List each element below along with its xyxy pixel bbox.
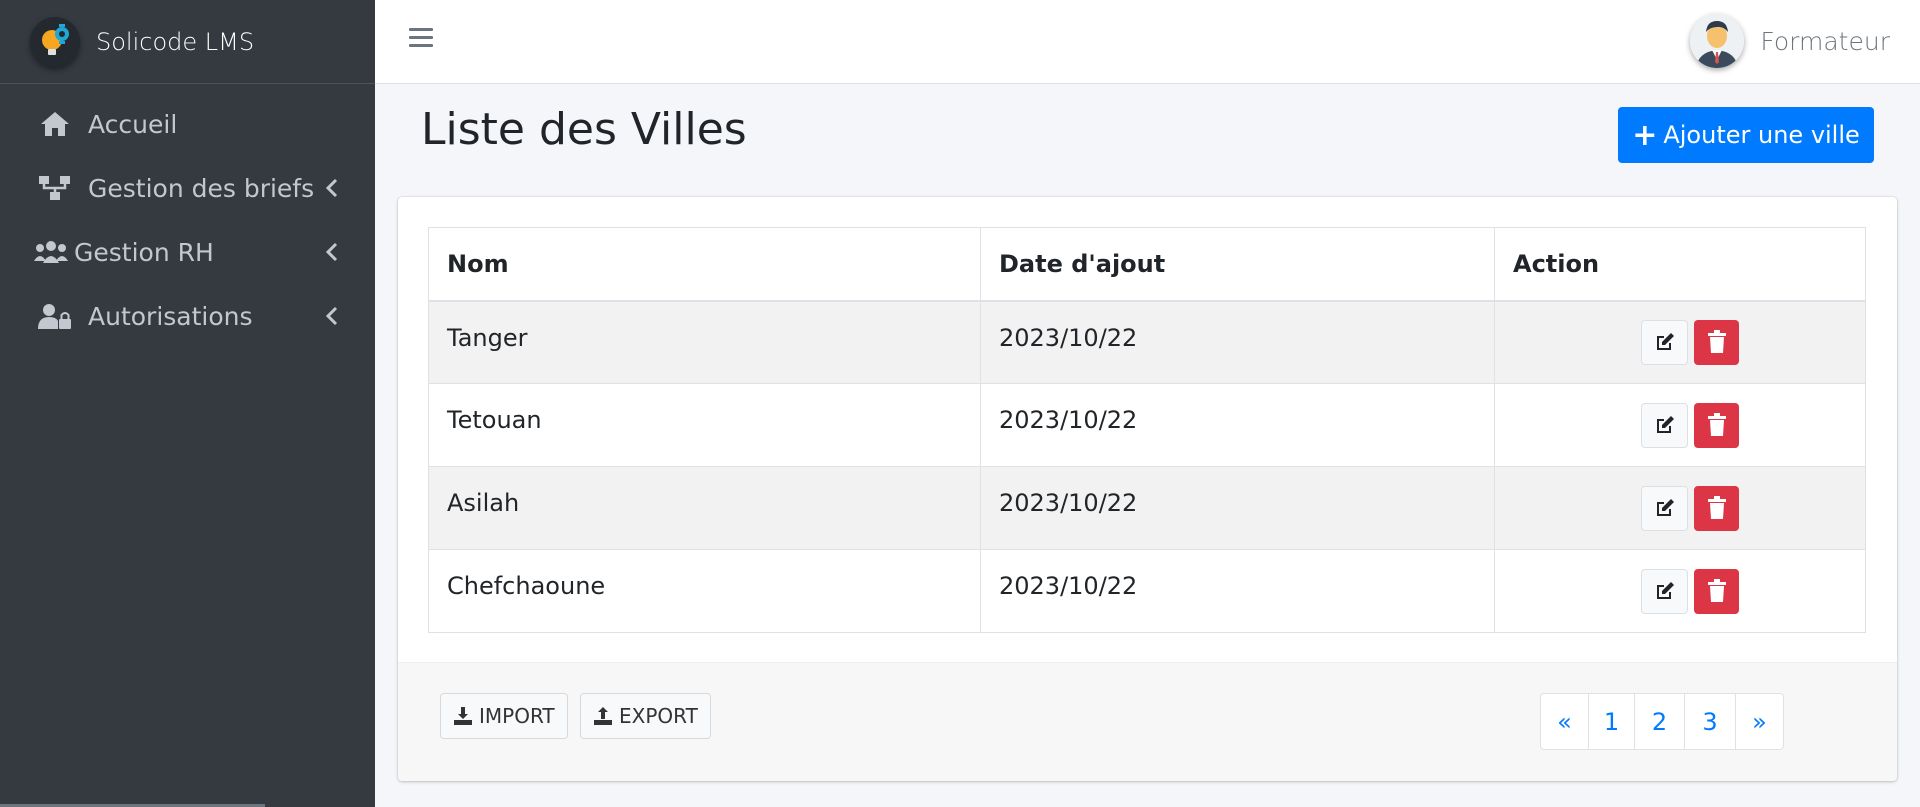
- column-header-nom: Nom: [428, 227, 981, 302]
- users-icon: [34, 237, 68, 267]
- sidebar-item-autorisations[interactable]: Autorisations: [0, 284, 375, 348]
- avatar: [1690, 14, 1745, 68]
- page-link-1[interactable]: 1: [1589, 694, 1635, 749]
- cell-action: [1494, 466, 1866, 550]
- user-menu[interactable]: Formateur: [1690, 10, 1890, 72]
- edit-icon: [1656, 582, 1674, 599]
- trash-icon: [1707, 413, 1726, 436]
- edit-button[interactable]: [1641, 319, 1688, 365]
- sidebar-item-label: Accueil: [88, 109, 178, 139]
- edit-icon: [1656, 333, 1674, 351]
- card-footer: IMPORT EXPORT « 1 2 3 »: [398, 662, 1897, 781]
- page-prev-link[interactable]: «: [1541, 694, 1589, 749]
- cell-action: [1494, 300, 1866, 384]
- user-name: Formateur: [1760, 26, 1890, 56]
- trash-icon: [1707, 330, 1726, 354]
- column-header-action: Action: [1494, 227, 1866, 302]
- export-button[interactable]: EXPORT: [580, 693, 711, 739]
- home-icon: [38, 109, 72, 139]
- brand-name: Solicode LMS: [96, 27, 255, 56]
- sidebar-item-label: Autorisations: [88, 301, 253, 331]
- sidebar-nav: Accueil Gestion des briefs Gestion RH Au…: [0, 84, 375, 348]
- delete-button[interactable]: [1694, 402, 1739, 448]
- cell-nom: Chefchaoune: [428, 549, 981, 633]
- sidebar-item-label: Gestion RH: [74, 237, 214, 267]
- edit-icon: [1656, 416, 1674, 433]
- cell-action: [1494, 383, 1866, 467]
- cell-date: 2023/10/22: [980, 549, 1495, 633]
- edit-button[interactable]: [1641, 402, 1688, 448]
- sidebar-item-gestion-rh[interactable]: Gestion RH: [0, 220, 375, 284]
- sidebar-item-gestion-briefs[interactable]: Gestion des briefs: [0, 156, 375, 220]
- page-link-2[interactable]: 2: [1635, 694, 1685, 749]
- table-row: Tetouan 2023/10/22: [428, 383, 1866, 467]
- table-row: Tanger 2023/10/22: [428, 300, 1866, 384]
- export-label: EXPORT: [619, 704, 698, 728]
- cell-nom: Tetouan: [428, 383, 981, 467]
- chevron-left-icon: [325, 306, 338, 326]
- top-navbar: Formateur: [375, 0, 1920, 84]
- table-row: Asilah 2023/10/22: [428, 466, 1866, 550]
- user-lock-icon: [38, 301, 72, 331]
- edit-button[interactable]: [1641, 485, 1688, 531]
- add-city-label: Ajouter une ville: [1663, 121, 1860, 149]
- page-link-3[interactable]: 3: [1685, 694, 1736, 749]
- trash-icon: [1707, 496, 1726, 519]
- table-row: Chefchaoune 2023/10/22: [428, 549, 1866, 633]
- brand-link[interactable]: Solicode LMS: [0, 0, 375, 84]
- column-header-date: Date d'ajout: [980, 227, 1495, 302]
- cell-date: 2023/10/22: [980, 383, 1495, 467]
- sitemap-icon: [38, 173, 72, 203]
- cell-action: [1494, 549, 1866, 633]
- sidebar-item-accueil[interactable]: Accueil: [0, 92, 375, 156]
- cell-nom: Asilah: [428, 466, 981, 550]
- cell-date: 2023/10/22: [980, 466, 1495, 550]
- delete-button[interactable]: [1694, 568, 1739, 614]
- import-label: IMPORT: [479, 704, 555, 728]
- delete-button[interactable]: [1694, 319, 1739, 365]
- page-title: Liste des Villes: [421, 104, 747, 155]
- upload-icon: [594, 707, 612, 725]
- chevron-left-icon: [325, 178, 338, 198]
- brand-logo: [30, 16, 80, 67]
- cities-table: Nom Date d'ajout Action Tanger 2023/10/2…: [428, 227, 1866, 633]
- sidebar-item-label: Gestion des briefs: [88, 173, 315, 203]
- cell-date: 2023/10/22: [980, 300, 1495, 384]
- cities-card: Nom Date d'ajout Action Tanger 2023/10/2…: [398, 197, 1897, 781]
- page-next-link[interactable]: »: [1736, 694, 1783, 749]
- table-header-row: Nom Date d'ajout Action: [428, 227, 1866, 302]
- cell-nom: Tanger: [428, 300, 981, 384]
- edit-icon: [1656, 499, 1674, 516]
- trash-icon: [1707, 579, 1726, 602]
- menu-toggle-icon[interactable]: [409, 28, 433, 50]
- chevron-left-icon: [325, 242, 338, 262]
- plus-icon: +: [1632, 117, 1658, 153]
- sidebar: Solicode LMS Accueil Gestion des briefs: [0, 0, 375, 807]
- edit-button[interactable]: [1641, 568, 1688, 614]
- delete-button[interactable]: [1694, 485, 1739, 531]
- add-city-button[interactable]: + Ajouter une ville: [1618, 107, 1874, 163]
- import-button[interactable]: IMPORT: [440, 693, 568, 739]
- download-icon: [454, 707, 472, 725]
- pagination: « 1 2 3 »: [1540, 693, 1784, 750]
